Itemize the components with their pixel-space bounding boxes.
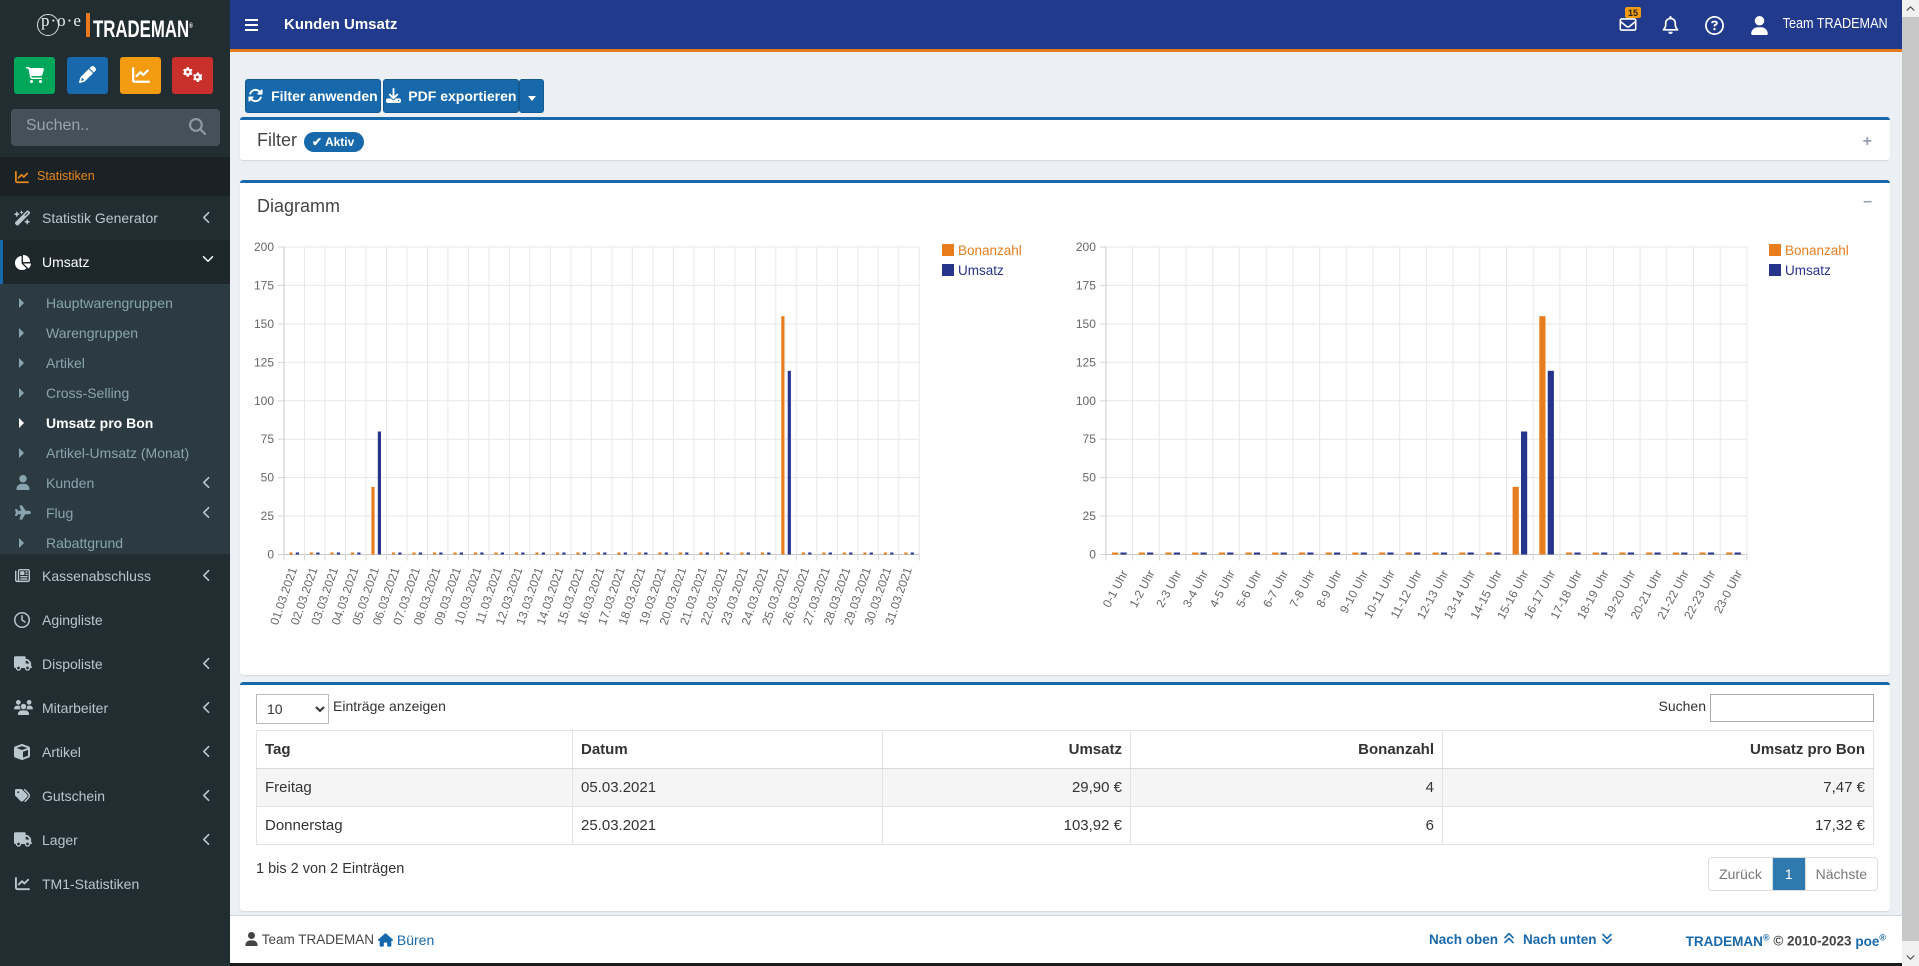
svg-text:25: 25 <box>261 509 275 523</box>
svg-text:75: 75 <box>1083 432 1097 446</box>
svg-text:200: 200 <box>254 240 274 254</box>
svg-text:Bonanzahl: Bonanzahl <box>1785 243 1849 258</box>
svg-text:150: 150 <box>1076 317 1096 331</box>
svg-text:50: 50 <box>261 471 275 485</box>
svg-text:25: 25 <box>1083 509 1097 523</box>
svg-text:150: 150 <box>254 317 274 331</box>
svg-text:125: 125 <box>1076 355 1096 369</box>
svg-text:0: 0 <box>267 548 274 562</box>
svg-text:0: 0 <box>1089 548 1096 562</box>
svg-text:175: 175 <box>254 278 274 292</box>
svg-text:200: 200 <box>1076 240 1096 254</box>
svg-text:175: 175 <box>1076 278 1096 292</box>
svg-text:100: 100 <box>254 394 274 408</box>
svg-text:125: 125 <box>254 355 274 369</box>
svg-text:75: 75 <box>261 432 275 446</box>
svg-text:Umsatz: Umsatz <box>958 263 1004 278</box>
svg-text:100: 100 <box>1076 394 1096 408</box>
svg-text:Bonanzahl: Bonanzahl <box>958 243 1022 258</box>
svg-text:50: 50 <box>1083 471 1097 485</box>
svg-text:Umsatz: Umsatz <box>1785 263 1831 278</box>
